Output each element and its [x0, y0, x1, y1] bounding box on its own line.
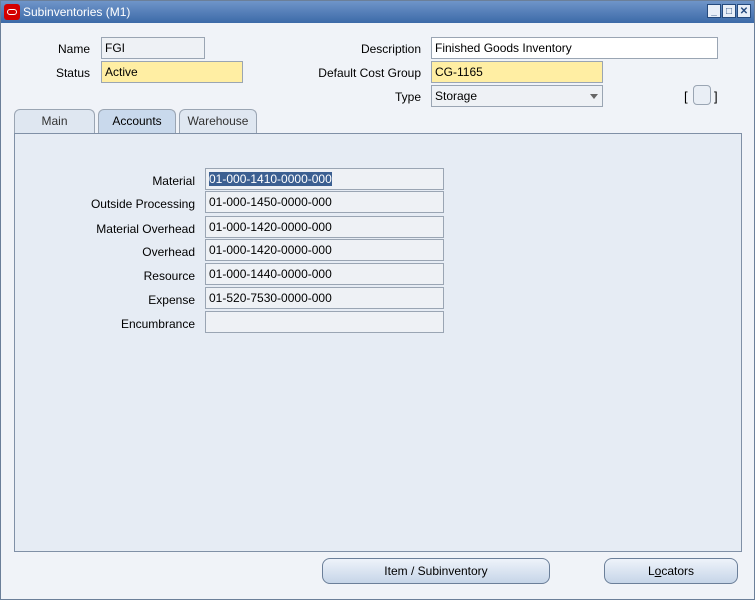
resource-account-field[interactable]: 01-000-1440-0000-000: [205, 263, 444, 285]
material-account-value: 01-000-1410-0000-000: [209, 172, 332, 186]
encumbrance-account-field[interactable]: [205, 311, 444, 333]
status-field[interactable]: Active: [101, 61, 243, 83]
locators-label-start: L: [647, 564, 655, 578]
close-icon[interactable]: ✕: [737, 4, 751, 18]
name-field[interactable]: FGI: [101, 37, 205, 59]
material-overhead-label: Material Overhead: [96, 222, 195, 236]
locators-button[interactable]: Locators: [604, 558, 738, 584]
locators-label-end: cators: [661, 564, 695, 578]
tab-main[interactable]: Main: [14, 109, 95, 133]
outside-processing-account-field[interactable]: 01-000-1450-0000-000: [205, 191, 444, 213]
oracle-logo-icon: [4, 4, 20, 20]
status-label: Status: [55, 66, 90, 80]
minimize-icon[interactable]: _: [707, 4, 721, 18]
bracket-right: ]: [714, 89, 718, 104]
description-field[interactable]: Finished Goods Inventory: [431, 37, 718, 59]
descriptive-flexfield-box[interactable]: [693, 85, 711, 105]
overhead-label: Overhead: [142, 245, 195, 259]
default-cost-group-field[interactable]: CG-1165: [431, 61, 603, 83]
maximize-icon[interactable]: □: [722, 4, 736, 18]
item-subinventory-button[interactable]: Item / Subinventory: [322, 558, 550, 584]
type-value: Storage: [435, 89, 478, 103]
expense-account-field[interactable]: 01-520-7530-0000-000: [205, 287, 444, 309]
overhead-account-field[interactable]: 01-000-1420-0000-000: [205, 239, 444, 261]
encumbrance-label: Encumbrance: [120, 317, 195, 331]
chevron-down-icon: [590, 94, 598, 99]
type-select[interactable]: Storage: [431, 85, 603, 107]
name-label: Name: [57, 42, 90, 56]
default-cost-group-label: Default Cost Group: [318, 66, 421, 80]
description-label: Description: [360, 42, 421, 56]
resource-label: Resource: [143, 269, 195, 283]
title-bar[interactable]: Subinventories (M1) _ □ ✕: [1, 1, 754, 23]
expense-label: Expense: [148, 293, 195, 307]
material-account-field[interactable]: 01-000-1410-0000-000: [205, 168, 444, 190]
tab-accounts[interactable]: Accounts: [98, 109, 176, 134]
material-overhead-account-field[interactable]: 01-000-1420-0000-000: [205, 216, 444, 238]
type-label: Type: [394, 90, 421, 104]
bracket-left: [: [684, 89, 688, 104]
subinventories-window: Subinventories (M1) _ □ ✕ Name FGI Statu…: [0, 0, 755, 600]
outside-processing-label: Outside Processing: [90, 197, 195, 211]
tab-warehouse[interactable]: Warehouse: [179, 109, 257, 133]
window-title: Subinventories (M1): [23, 5, 131, 19]
material-label: Material: [152, 174, 195, 188]
